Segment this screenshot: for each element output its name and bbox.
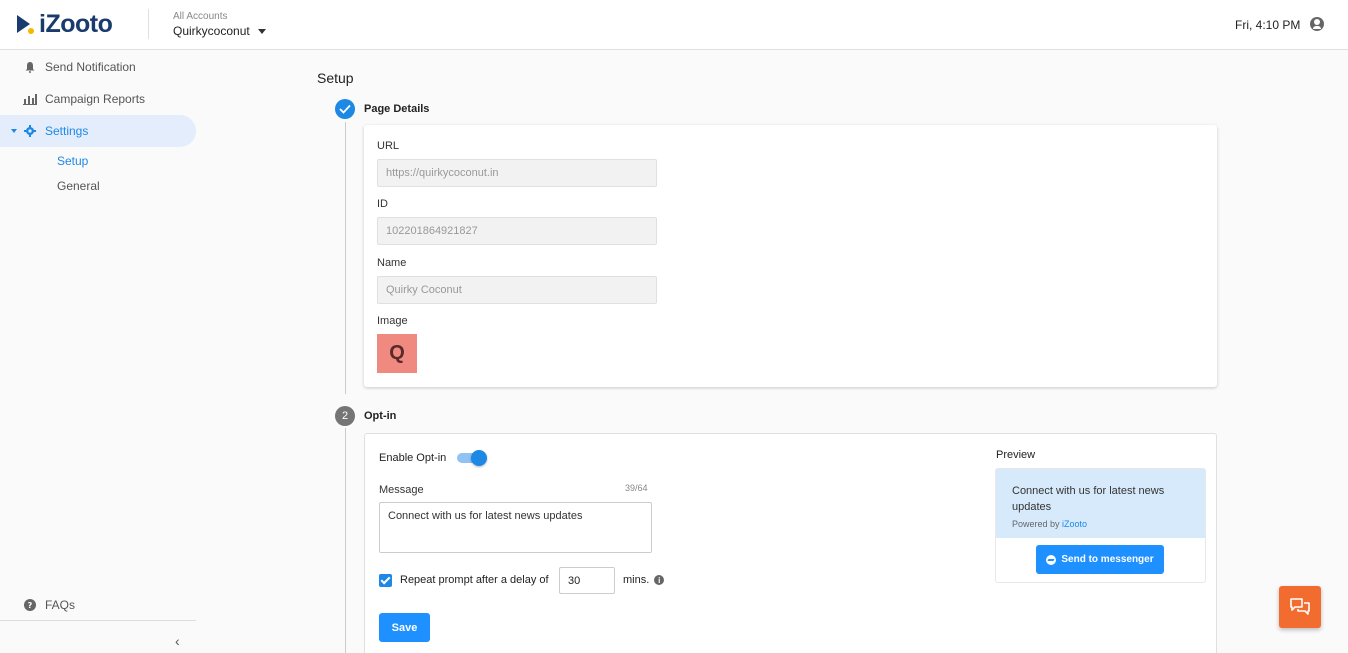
header-divider — [148, 9, 149, 39]
powered-by-label: Powered by — [1012, 519, 1060, 529]
collapse-sidebar-icon[interactable]: ‹ — [175, 633, 180, 649]
sidebar-item-label: Settings — [45, 124, 89, 138]
top-bar: iZooto All Accounts Quirkycoconut Fri, 4… — [0, 0, 1348, 50]
sidebar-item-settings[interactable]: Settings — [0, 115, 196, 147]
toggle-knob — [471, 450, 487, 466]
logo-mark-icon — [15, 12, 35, 36]
url-label: URL — [377, 140, 400, 152]
account-label: All Accounts — [173, 11, 228, 22]
enable-opt-in-label: Enable Opt-in — [379, 452, 447, 464]
step-page-details-label: Page Details — [364, 103, 430, 115]
opt-in-card: Enable Opt-in Message 39/64 Connect with… — [364, 433, 1217, 653]
izooto-logo[interactable]: iZooto — [15, 10, 113, 38]
send-to-messenger-label: Send to messenger — [1061, 554, 1154, 565]
id-field: 102201864921827 — [377, 217, 657, 245]
step-opt-in-label: Opt-in — [364, 410, 397, 422]
page-title: Setup — [317, 70, 354, 86]
help-circle-icon: ? — [23, 598, 37, 612]
page-image: Q — [377, 334, 417, 373]
sidebar-subitem-setup[interactable]: Setup — [57, 154, 88, 168]
mins-label: mins. — [623, 574, 650, 586]
sidebar-item-label: Send Notification — [45, 60, 136, 74]
gear-icon — [23, 124, 37, 138]
repeat-prompt-label: Repeat prompt after a delay of — [400, 574, 549, 586]
name-field: Quirky Coconut — [377, 276, 657, 304]
step-connector-line — [345, 428, 346, 653]
bell-icon — [23, 60, 37, 74]
delay-input[interactable]: 30 — [559, 567, 615, 594]
sidebar-item-send-notification[interactable]: Send Notification — [0, 51, 196, 83]
enable-opt-in-toggle[interactable] — [457, 450, 487, 466]
message-char-count: 39/64 — [625, 483, 648, 493]
svg-text:?: ? — [28, 601, 33, 610]
logo-text: iZooto — [39, 10, 113, 38]
sidebar-divider — [0, 620, 196, 621]
step-connector-line — [345, 122, 346, 394]
account-selector[interactable]: Quirkycoconut — [173, 24, 266, 38]
messenger-icon — [1046, 554, 1057, 565]
save-button[interactable]: Save — [379, 613, 430, 642]
caret-down-icon — [11, 129, 17, 133]
name-label: Name — [377, 257, 407, 269]
repeat-prompt-checkbox[interactable] — [379, 574, 392, 587]
step-complete-check-icon — [335, 99, 355, 119]
chevron-down-icon — [257, 28, 266, 34]
powered-by: Powered by iZooto — [1012, 519, 1087, 529]
sidebar-item-label: FAQs — [45, 598, 76, 612]
sidebar-item-label: Campaign Reports — [45, 92, 146, 106]
user-account-icon[interactable] — [1310, 17, 1324, 31]
sidebar-item-faqs[interactable]: ? FAQs — [0, 589, 196, 621]
chat-support-button[interactable] — [1279, 586, 1321, 628]
sidebar: Send Notification Campaign Reports Setti… — [0, 51, 196, 653]
header-time: Fri, 4:10 PM — [1235, 18, 1301, 32]
send-to-messenger-button[interactable]: Send to messenger — [1036, 545, 1164, 574]
message-label: Message — [379, 484, 424, 496]
id-label: ID — [377, 198, 388, 210]
sidebar-item-campaign-reports[interactable]: Campaign Reports — [0, 83, 196, 115]
preview-message: Connect with us for latest news updates — [1012, 485, 1165, 513]
message-textarea[interactable]: Connect with us for latest news updates — [379, 502, 652, 553]
step-number-badge: 2 — [335, 406, 355, 426]
powered-by-brand[interactable]: iZooto — [1062, 519, 1087, 529]
preview-card: Connect with us for latest news updates … — [995, 468, 1206, 583]
image-label: Image — [377, 315, 408, 327]
mins-unit: mins. i — [623, 574, 665, 586]
bar-chart-icon — [23, 92, 37, 106]
info-icon[interactable]: i — [654, 575, 665, 585]
sidebar-subitem-general[interactable]: General — [57, 179, 100, 193]
page-details-card: URL https://quirkycoconut.in ID 10220186… — [364, 125, 1217, 387]
url-field: https://quirkycoconut.in — [377, 159, 657, 187]
preview-message-area: Connect with us for latest news updates … — [996, 469, 1205, 538]
chat-icon — [1290, 598, 1310, 615]
preview-label: Preview — [996, 449, 1036, 461]
account-name: Quirkycoconut — [173, 24, 250, 38]
